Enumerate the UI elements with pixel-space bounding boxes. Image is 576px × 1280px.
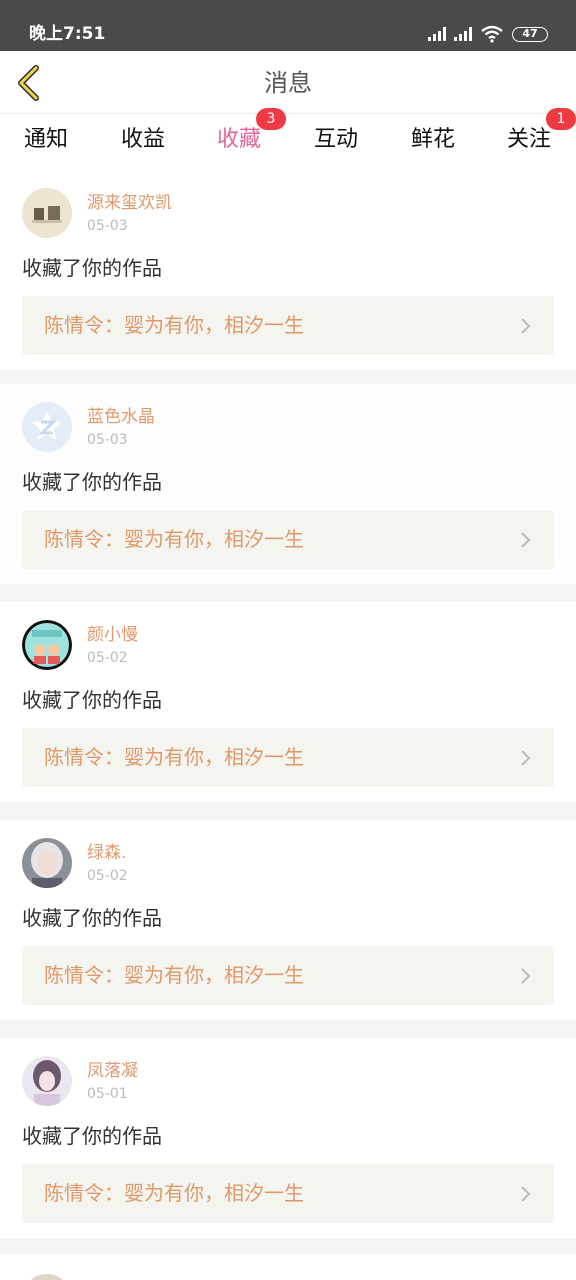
message-card: 绿森. 05-02 收藏了你的作品 陈情令：婴为有你，相汐一生 bbox=[0, 820, 576, 1020]
cellular-signal-icon-2 bbox=[454, 27, 472, 41]
work-link[interactable]: 陈情令：婴为有你，相汐一生 bbox=[22, 510, 554, 569]
username[interactable]: 凤落凝 bbox=[87, 1060, 138, 1082]
avatar[interactable] bbox=[22, 1274, 72, 1280]
message-card: 蓝色水晶 05-03 收藏了你的作品 陈情令：婴为有你，相汐一生 bbox=[0, 384, 576, 584]
username[interactable]: 蓝色水晶 bbox=[87, 406, 155, 428]
tab-follows[interactable]: 关注 bbox=[494, 126, 564, 154]
wifi-icon bbox=[481, 25, 503, 43]
favorites-count-badge: 3 bbox=[256, 108, 286, 130]
chevron-right-icon bbox=[521, 532, 531, 548]
tab-interactions[interactable]: 互动 bbox=[301, 126, 371, 154]
action-text: 收藏了你的作品 bbox=[22, 470, 162, 494]
chevron-right-icon bbox=[521, 968, 531, 984]
work-title: 陈情令：婴为有你，相汐一生 bbox=[44, 1181, 304, 1205]
work-link[interactable]: 陈情令：婴为有你，相汐一生 bbox=[22, 296, 554, 355]
work-link[interactable]: 陈情令：婴为有你，相汐一生 bbox=[22, 728, 554, 787]
avatar[interactable] bbox=[22, 838, 72, 888]
chevron-right-icon bbox=[521, 750, 531, 766]
action-text: 收藏了你的作品 bbox=[22, 256, 162, 280]
message-date: 05-03 bbox=[87, 432, 128, 448]
status-bar: 晚上7:51 47 bbox=[0, 0, 576, 51]
message-card: 凤落凝 05-01 收藏了你的作品 陈情令：婴为有你，相汐一生 bbox=[0, 1038, 576, 1238]
avatar[interactable] bbox=[22, 188, 72, 238]
action-text: 收藏了你的作品 bbox=[22, 1124, 162, 1148]
avatar[interactable] bbox=[22, 1056, 72, 1106]
tab-favorites-label: 收藏 bbox=[216, 127, 261, 152]
message-date: 05-02 bbox=[87, 868, 128, 884]
message-card: 颜小慢 05-02 收藏了你的作品 陈情令：婴为有你，相汐一生 bbox=[0, 602, 576, 802]
work-title: 陈情令：婴为有你，相汐一生 bbox=[44, 745, 304, 769]
message-card-partial bbox=[0, 1254, 576, 1280]
message-date: 05-03 bbox=[87, 218, 128, 234]
work-title: 陈情令：婴为有你，相汐一生 bbox=[44, 963, 304, 987]
header: 消息 bbox=[0, 51, 576, 114]
page-title: 消息 bbox=[264, 69, 312, 97]
tab-bar: 通知 收益 收藏 3 互动 鲜花 关注 1 bbox=[0, 108, 576, 173]
chevron-right-icon bbox=[521, 1186, 531, 1202]
tab-notifications[interactable]: 通知 bbox=[11, 126, 81, 154]
tab-favorites[interactable]: 收藏 bbox=[204, 126, 274, 173]
username[interactable]: 绿森. bbox=[87, 842, 126, 864]
tab-flowers[interactable]: 鲜花 bbox=[398, 126, 468, 154]
follows-count-badge: 1 bbox=[546, 108, 576, 130]
cellular-signal-icon bbox=[428, 27, 446, 41]
work-link[interactable]: 陈情令：婴为有你，相汐一生 bbox=[22, 946, 554, 1005]
username[interactable]: 颜小慢 bbox=[87, 624, 138, 646]
status-icons: 47 bbox=[428, 25, 548, 43]
work-title: 陈情令：婴为有你，相汐一生 bbox=[44, 527, 304, 551]
battery-indicator: 47 bbox=[512, 26, 548, 42]
avatar[interactable] bbox=[22, 402, 72, 452]
status-time: 晚上7:51 bbox=[29, 24, 106, 44]
action-text: 收藏了你的作品 bbox=[22, 688, 162, 712]
chevron-right-icon bbox=[521, 318, 531, 334]
action-text: 收藏了你的作品 bbox=[22, 906, 162, 930]
work-link[interactable]: 陈情令：婴为有你，相汐一生 bbox=[22, 1164, 554, 1223]
work-title: 陈情令：婴为有你，相汐一生 bbox=[44, 313, 304, 337]
avatar[interactable] bbox=[22, 620, 72, 670]
tab-earnings[interactable]: 收益 bbox=[108, 126, 178, 154]
message-card: 源来玺欢凯 05-03 收藏了你的作品 陈情令：婴为有你，相汐一生 bbox=[0, 170, 576, 370]
username[interactable]: 源来玺欢凯 bbox=[87, 192, 172, 214]
message-date: 05-02 bbox=[87, 650, 128, 666]
message-date: 05-01 bbox=[87, 1086, 128, 1102]
